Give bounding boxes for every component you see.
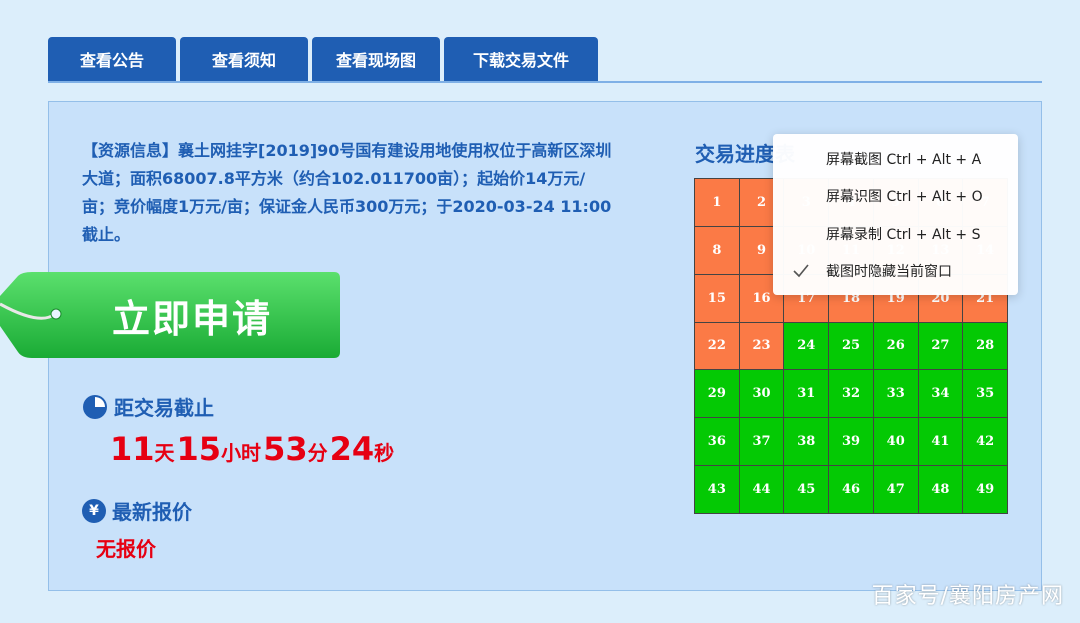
progress-cell[interactable]: 46 (829, 466, 873, 513)
watermark-text: 百家号/襄阳房产网 (871, 584, 1064, 609)
progress-cell[interactable]: 40 (873, 418, 918, 466)
progress-cell[interactable]: 44 (739, 466, 784, 513)
checkmark-icon (793, 263, 809, 277)
menu-item-label: 屏幕识图 Ctrl + Alt + O (826, 189, 983, 206)
countdown-seconds-unit: 秒 (374, 441, 395, 465)
apply-button-label: 立即申请 (112, 297, 273, 341)
progress-cell[interactable]: 49 (963, 466, 1007, 513)
progress-cell[interactable]: 41 (918, 418, 963, 466)
progress-cell[interactable]: 8 (695, 226, 739, 274)
countdown-seconds: 24 (329, 430, 375, 468)
progress-cell[interactable]: 34 (918, 370, 963, 418)
yen-icon: ¥ (82, 498, 106, 523)
progress-cell[interactable]: 30 (739, 370, 784, 418)
resource-info-text: 【资源信息】襄土网挂字[2019]90号国有建设用地使用权位于高新区深圳大道；面… (82, 141, 612, 244)
menu-item-screenshot[interactable]: 屏幕截图 Ctrl + Alt + A (773, 140, 1018, 178)
menu-item-label: 截图时隐藏当前窗口 (826, 264, 952, 281)
price-tag-icon (50, 308, 62, 320)
menu-item-image-recognition[interactable]: 屏幕识图 Ctrl + Alt + O (773, 178, 1018, 216)
menu-item-hide-window[interactable]: 截图时隐藏当前窗口 (773, 253, 1018, 291)
deadline-title: 距交易截止 (114, 396, 214, 420)
progress-cell[interactable]: 45 (784, 466, 829, 513)
countdown-days: 11 (110, 430, 155, 468)
clock-pie-icon (83, 394, 107, 419)
progress-cell[interactable]: 1 (695, 179, 739, 226)
progress-cell[interactable]: 43 (695, 466, 739, 513)
progress-cell[interactable]: 36 (695, 418, 739, 466)
progress-cell[interactable]: 38 (784, 418, 829, 466)
latest-price-heading: ¥ 最新报价 (82, 496, 192, 525)
progress-cell[interactable]: 37 (739, 418, 784, 466)
progress-cell[interactable]: 31 (784, 370, 829, 418)
progress-cell[interactable]: 48 (918, 466, 963, 513)
screenshot-context-menu: 屏幕截图 Ctrl + Alt + A 屏幕识图 Ctrl + Alt + O … (773, 134, 1018, 295)
progress-cell[interactable]: 42 (963, 418, 1007, 466)
countdown-minutes-unit: 分 (307, 441, 328, 465)
progress-cell[interactable]: 29 (695, 370, 739, 418)
progress-cell[interactable]: 24 (784, 322, 829, 370)
tab-bar: 查看公告 查看须知 查看现场图 下载交易文件 (48, 37, 598, 81)
progress-cell[interactable]: 23 (739, 322, 784, 370)
tab-view-notice[interactable]: 查看须知 (180, 37, 308, 81)
countdown-timer: 11 天 15 小时 53 分 24 秒 (110, 430, 396, 468)
menu-item-label: 屏幕录制 Ctrl + Alt + S (826, 226, 981, 243)
progress-cell[interactable]: 22 (695, 322, 739, 370)
countdown-days-unit: 天 (154, 441, 175, 465)
latest-price-title: 最新报价 (112, 500, 192, 524)
countdown-minutes: 53 (263, 430, 308, 468)
progress-cell[interactable]: 27 (918, 322, 963, 370)
progress-cell[interactable]: 33 (873, 370, 918, 418)
countdown-hours: 15 (176, 430, 222, 468)
tab-view-site-photos[interactable]: 查看现场图 (312, 37, 440, 81)
tab-underline (48, 81, 1042, 83)
menu-item-screen-record[interactable]: 屏幕录制 Ctrl + Alt + S (773, 215, 1018, 253)
deadline-heading: 距交易截止 (82, 392, 214, 421)
progress-cell[interactable]: 26 (873, 322, 918, 370)
countdown-hours-unit: 小时 (221, 441, 262, 465)
progress-cell[interactable]: 39 (829, 418, 873, 466)
progress-cell[interactable]: 25 (829, 322, 873, 370)
progress-cell[interactable]: 32 (829, 370, 873, 418)
menu-item-label: 屏幕截图 Ctrl + Alt + A (826, 151, 982, 168)
progress-cell[interactable]: 47 (873, 466, 918, 513)
tab-view-announcement[interactable]: 查看公告 (48, 37, 176, 81)
latest-price-value: 无报价 (96, 537, 156, 561)
progress-cell[interactable]: 15 (695, 274, 739, 322)
tab-download-files[interactable]: 下载交易文件 (444, 37, 598, 81)
progress-cell[interactable]: 35 (963, 370, 1007, 418)
progress-cell[interactable]: 28 (963, 322, 1007, 370)
